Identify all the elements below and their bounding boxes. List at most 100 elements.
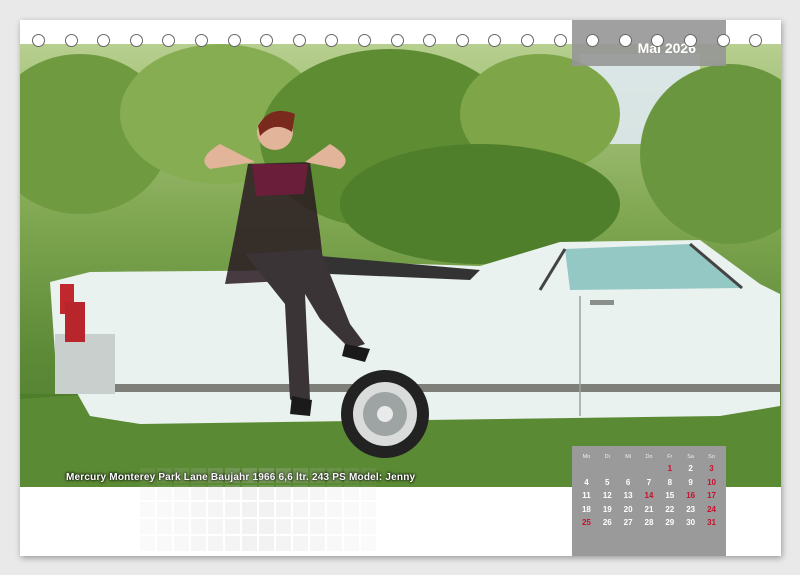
- grid-cell: [157, 519, 172, 534]
- binding-ring: [521, 34, 534, 47]
- binding-ring: [488, 34, 502, 47]
- grid-cell: [174, 519, 189, 534]
- grid-cell: [259, 485, 274, 500]
- binding-ring: [260, 34, 274, 47]
- calendar-day: 25: [581, 518, 591, 528]
- grid-cell: [157, 468, 172, 483]
- calendar-day: 23: [686, 504, 696, 514]
- calendar-day: 4: [584, 477, 589, 487]
- grid-cell: [191, 519, 206, 534]
- binding-ring: [684, 34, 697, 47]
- binding-ring: [162, 34, 176, 47]
- grid-cell: [361, 519, 376, 534]
- calendar-week-row: 25 26 27 28 29 30 31: [576, 516, 722, 530]
- binding-ring: [358, 34, 371, 47]
- grid-cell: [225, 519, 240, 534]
- calendar-empty-cell: [576, 462, 597, 476]
- calendar-empty-cell: [618, 462, 639, 476]
- grid-cell: [259, 502, 274, 517]
- calendar-day: 10: [707, 477, 716, 487]
- grid-cell: [259, 519, 274, 534]
- grid-cell: [259, 536, 274, 551]
- grid-cell: [140, 519, 155, 534]
- grid-cell: [293, 519, 308, 534]
- binding-ring: [292, 34, 306, 47]
- calendar-day: 29: [665, 518, 675, 528]
- grid-cell: [327, 519, 342, 534]
- grid-cell: [174, 485, 189, 500]
- grid-cell: [344, 485, 359, 500]
- grid-cell: [208, 468, 223, 483]
- binding-ring: [618, 34, 632, 47]
- grid-cell: [242, 502, 257, 517]
- calendar-day: 30: [686, 518, 696, 528]
- mini-calendar: Mo Di Mi Do Fr Sa So 1 2 3 4 5 6 7 8 9 10 11 12 13 14 15 16 17…: [572, 446, 726, 556]
- grid-cell: [327, 502, 342, 517]
- grid-cell: [157, 536, 172, 551]
- grid-cell: [276, 468, 291, 483]
- calendar-day: 8: [667, 477, 673, 487]
- calendar-day: 12: [602, 491, 612, 501]
- grid-cell: [361, 502, 376, 517]
- binding-ring: [749, 34, 763, 47]
- grid-cell: [174, 536, 189, 551]
- calendar-day: 28: [644, 518, 654, 528]
- grid-cell: [259, 468, 274, 483]
- grid-cell: [140, 468, 155, 483]
- calendar-day: 18: [581, 504, 591, 514]
- grid-cell: [242, 485, 257, 500]
- calendar-week-row: 4 5 6 7 8 9 10: [576, 476, 722, 490]
- grid-cell: [310, 519, 325, 534]
- binding-ring: [390, 34, 404, 47]
- grid-cell: [327, 468, 342, 483]
- grid-cell: [208, 485, 223, 500]
- grid-cell: [157, 502, 172, 517]
- grid-cell: [208, 536, 223, 551]
- weekday-label: Fr: [667, 454, 673, 460]
- grid-cell: [242, 468, 257, 483]
- calendar-day: 9: [688, 477, 693, 487]
- grid-cell: [344, 536, 359, 551]
- grid-cell: [361, 468, 376, 483]
- grid-cell: [344, 519, 359, 534]
- binding-ring: [64, 34, 78, 47]
- grid-cell: [225, 485, 240, 500]
- spiral-binding: [20, 32, 781, 52]
- calendar-day: 2: [688, 464, 693, 474]
- grid-cell: [276, 536, 291, 551]
- grid-cell: [310, 502, 325, 517]
- binding-ring: [423, 34, 437, 47]
- calendar-week-row: 1 2 3: [576, 462, 722, 476]
- calendar-day: 26: [602, 518, 612, 528]
- grid-cell: [174, 502, 189, 517]
- calendar-week-row: 11 12 13 14 15 16 17: [576, 489, 722, 503]
- grid-cell: [225, 536, 240, 551]
- grid-cell: [225, 468, 240, 483]
- binding-ring: [325, 34, 339, 47]
- weekday-label: Do: [645, 454, 653, 460]
- grid-cell: [191, 468, 206, 483]
- weekday-header-row: Mo Di Mi Do Fr Sa So: [576, 452, 722, 462]
- calendar-day: 14: [644, 491, 654, 501]
- grid-cell: [293, 485, 308, 500]
- photo-illustration: [20, 44, 781, 487]
- binding-ring: [586, 34, 600, 47]
- grid-cell: [242, 519, 257, 534]
- grid-cell: [344, 468, 359, 483]
- calendar-day: 6: [625, 477, 631, 487]
- grid-cell: [310, 536, 325, 551]
- grid-cell: [276, 502, 291, 517]
- grid-cell: [276, 519, 291, 534]
- binding-ring: [455, 34, 469, 47]
- decorative-grid: [140, 468, 376, 551]
- grid-cell: [361, 485, 376, 500]
- calendar-day: 27: [623, 518, 633, 528]
- calendar-photo: Mercury Monterey Park Lane Baujahr 1966 …: [20, 44, 781, 487]
- grid-cell: [293, 502, 308, 517]
- grid-cell: [191, 536, 206, 551]
- grid-cell: [242, 536, 257, 551]
- calendar-day: 31: [707, 518, 716, 528]
- weekday-label: Sa: [687, 454, 694, 460]
- calendar-table: Mo Di Mi Do Fr Sa So 1 2 3 4 5 6 7 8 9 10 11 12 13 14 15 16 17…: [576, 452, 722, 530]
- grid-cell: [327, 536, 342, 551]
